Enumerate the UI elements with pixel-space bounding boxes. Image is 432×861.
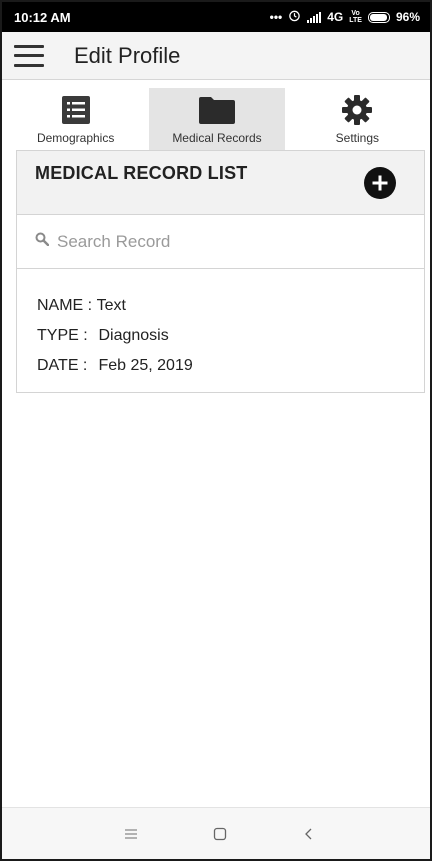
list-icon [61, 93, 91, 127]
recent-apps-icon[interactable] [119, 822, 143, 846]
phone-frame: 10:12 AM ••• 4G VoLTE 96% Edit Profile [0, 0, 432, 861]
system-nav-bar [2, 807, 430, 859]
record-name: Text [96, 297, 126, 314]
date-label: DATE : [37, 357, 88, 374]
search-bar [17, 215, 424, 269]
folder-icon [198, 93, 236, 127]
add-record-button[interactable] [364, 167, 396, 199]
status-icons: ••• 4G Vo LTE 96% [270, 9, 420, 25]
home-icon[interactable] [208, 822, 232, 846]
record-item[interactable]: NAME : Text TYPE : Diagnosis DATE : Feb … [17, 269, 424, 381]
status-bar: 10:12 AM ••• 4G Vo LTE 96% [2, 2, 430, 32]
tab-label: Medical Records [172, 131, 262, 145]
alarm-icon [288, 9, 301, 25]
profile-tabs: Demographics Medical Records Settings [2, 88, 430, 150]
app-bar: Edit Profile [2, 32, 430, 80]
record-name-row: NAME : Text [37, 291, 424, 321]
name-label: NAME : [37, 297, 93, 314]
search-icon [35, 232, 50, 251]
tab-demographics[interactable]: Demographics [2, 88, 149, 150]
card-header: MEDICAL RECORD LIST [17, 151, 424, 215]
gear-icon [341, 93, 373, 127]
volte-icon: Vo LTE [349, 10, 362, 24]
medical-record-card: MEDICAL RECORD LIST NAME : Text TYPE : D… [16, 150, 425, 393]
record-type: Diagnosis [98, 327, 169, 344]
page-title: Edit Profile [74, 42, 181, 68]
hamburger-menu-icon[interactable] [14, 44, 44, 67]
battery-icon [367, 11, 390, 23]
tab-medical-records[interactable]: Medical Records [149, 88, 285, 150]
battery-level: 96% [395, 10, 420, 24]
tab-label: Demographics [36, 131, 115, 145]
network-type: 4G [327, 10, 344, 24]
tab-label: Settings [335, 131, 380, 145]
record-date-row: DATE : Feb 25, 2019 [37, 351, 424, 381]
type-label: TYPE : [37, 327, 88, 344]
record-type-row: TYPE : Diagnosis [37, 321, 424, 351]
back-icon[interactable] [297, 822, 321, 846]
signal-icon [307, 11, 322, 23]
record-date: Feb 25, 2019 [98, 357, 193, 374]
status-time: 10:12 AM [14, 9, 71, 25]
search-input[interactable] [57, 231, 357, 252]
section-title: MEDICAL RECORD LIST [35, 163, 248, 183]
tab-settings[interactable]: Settings [285, 88, 430, 150]
dots-icon: ••• [269, 10, 283, 24]
